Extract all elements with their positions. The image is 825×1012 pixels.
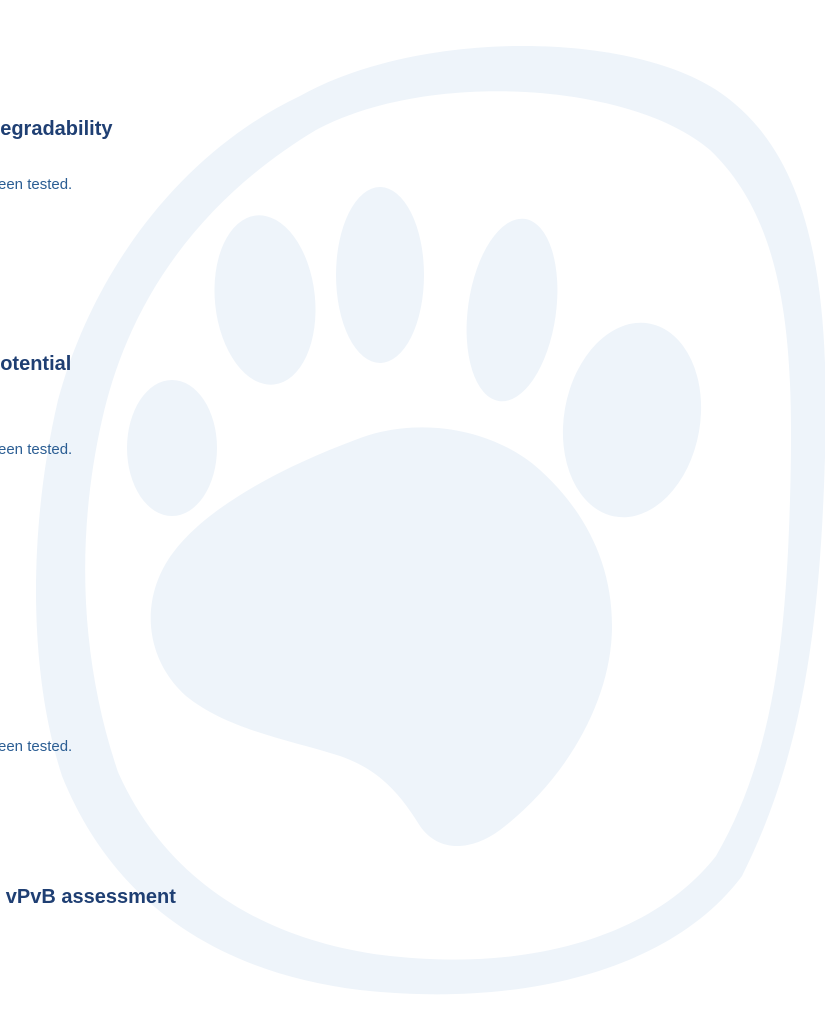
section-heading-vpvb-assessment: d vPvB assessment — [0, 886, 176, 908]
section-body-degradability: een tested. — [0, 176, 73, 193]
section-body-potential: een tested. — [0, 441, 73, 458]
document-content: degradability een tested. potential een … — [0, 0, 825, 1012]
section-heading-potential: potential — [0, 353, 72, 375]
section-heading-degradability: degradability — [0, 118, 113, 140]
section-body-third: een tested. — [0, 738, 73, 755]
document-page: degradability een tested. potential een … — [0, 0, 825, 1012]
